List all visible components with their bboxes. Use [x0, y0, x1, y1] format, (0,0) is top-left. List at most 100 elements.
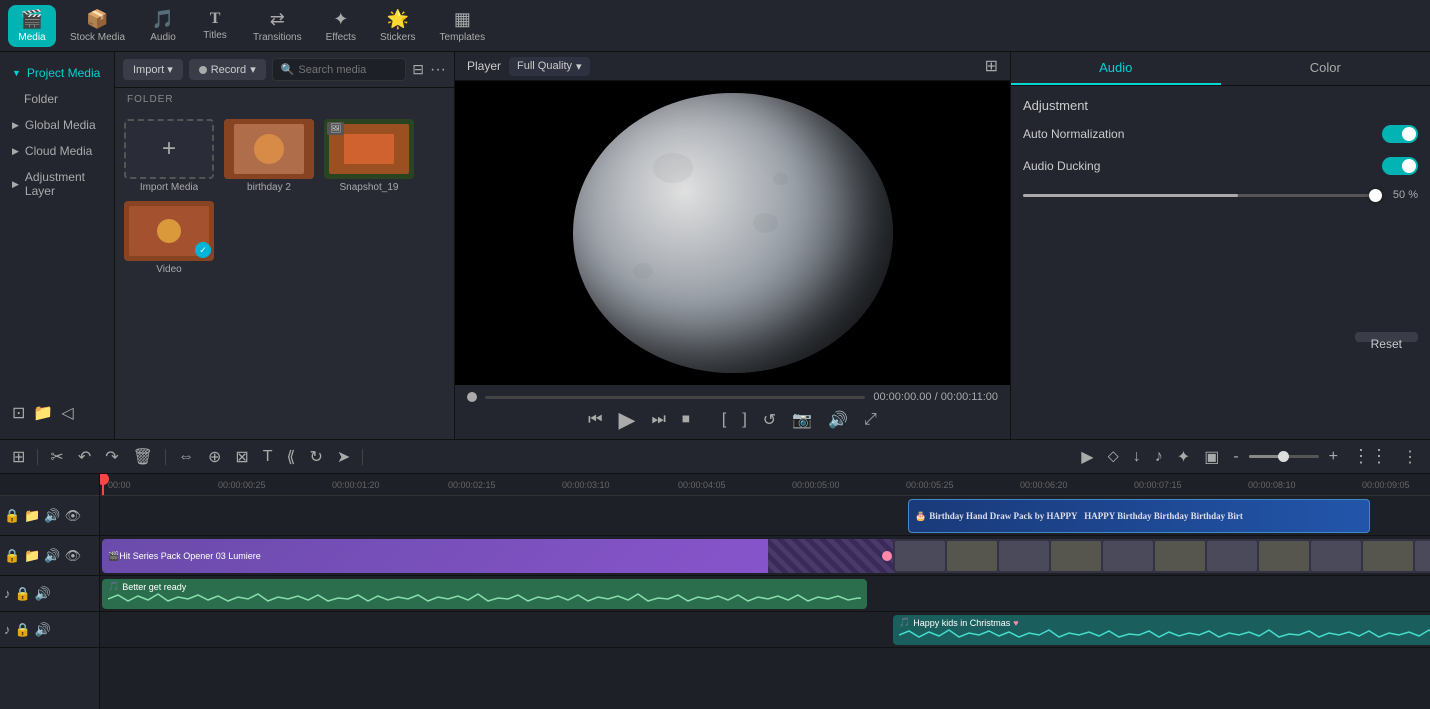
clip-video-thumbs[interactable]: [893, 539, 1430, 573]
timeline-arrow-down-icon[interactable]: ↓: [1129, 446, 1145, 468]
track-eye-icon-2[interactable]: 👁: [65, 548, 82, 564]
track-volume-icon-3[interactable]: 🔊: [35, 586, 51, 602]
track-music-icon-1: ♪: [4, 586, 11, 601]
track-folder-icon[interactable]: 📁: [24, 508, 40, 524]
timeline-cut-icon[interactable]: ✂: [46, 445, 67, 469]
timeline-crop2-icon[interactable]: ▣: [1200, 445, 1223, 469]
timeline-redo-icon[interactable]: ↷: [101, 445, 122, 469]
fullscreen-button[interactable]: ⤢: [864, 411, 877, 429]
track-lock-icon-4[interactable]: 🔒: [15, 622, 31, 638]
toolbar-item-stickers[interactable]: 🌟 Stickers: [370, 5, 426, 47]
quality-label: Full Quality: [517, 60, 572, 72]
record-button[interactable]: Record ▾: [189, 59, 266, 80]
timeline-effects-icon[interactable]: ✦: [1173, 445, 1194, 469]
clip-hit-series[interactable]: 🎬 Hit Series Pack Opener 03 Lumiere: [102, 539, 788, 573]
timeline-transition-icon[interactable]: ↻: [305, 445, 326, 469]
track-volume-icon-4[interactable]: 🔊: [35, 622, 51, 638]
track-volume-icon-1[interactable]: 🔊: [44, 508, 60, 524]
sidebar-item-global-media[interactable]: ▶ Global Media: [0, 112, 114, 138]
auto-normalization-toggle[interactable]: [1382, 125, 1418, 143]
toolbar-item-transitions[interactable]: ⇄ Transitions: [243, 5, 312, 47]
timeline-play-icon[interactable]: ▶: [1077, 445, 1097, 469]
timeline-zoom-in-icon[interactable]: +: [1325, 446, 1342, 468]
import-media-item[interactable]: + Import Media: [123, 119, 215, 193]
import-button[interactable]: Import ▾: [123, 59, 183, 80]
sidebar-item-label-global: Global Media: [25, 118, 96, 132]
skip-back-button[interactable]: ⏮: [588, 411, 602, 429]
preview-settings-icon[interactable]: ⊞: [985, 56, 998, 76]
media-toolbar: Import ▾ Record ▾ 🔍 ⊟ ···: [115, 52, 454, 88]
zoom-track[interactable]: [1249, 455, 1319, 458]
track-audio-1: 🎵 Better get ready: [100, 576, 1430, 612]
stop-button[interactable]: ⏹: [682, 411, 690, 429]
track-volume-icon-2[interactable]: 🔊: [44, 548, 60, 564]
search-input[interactable]: [298, 64, 397, 76]
track-lock-icon[interactable]: 🔒: [4, 508, 20, 524]
step-forward-button[interactable]: ⏭: [651, 411, 665, 429]
timeline-delete-icon[interactable]: 🗑: [129, 445, 157, 469]
ducking-slider-thumb[interactable]: [1369, 189, 1382, 202]
track-lock-icon-3[interactable]: 🔒: [15, 586, 31, 602]
track-controls: 🔒 📁 🔊 👁 🔒 📁 🔊 👁 ♪ 🔒 🔊 ♪ 🔒: [0, 474, 100, 709]
sidebar-item-project-media[interactable]: ▼ Project Media: [0, 60, 114, 86]
sidebar-item-label-folder: Folder: [24, 92, 58, 106]
snapshot19-item[interactable]: 🖼 Snapshot_19: [323, 119, 415, 193]
clip-better-get-ready[interactable]: 🎵 Better get ready: [102, 579, 867, 609]
playhead[interactable]: [102, 474, 104, 495]
video-item[interactable]: ✓ Video: [123, 201, 215, 275]
toolbar-item-audio[interactable]: 🎵 Audio: [139, 5, 187, 47]
timeline-motion-icon[interactable]: ➤: [333, 445, 354, 469]
filter-icon[interactable]: ⊟: [412, 61, 424, 78]
timeline-toolbar: ⊞ ✂ ↶ ↷ 🗑 ⇔ ⊕ ⊠ T ⟪ ↻ ➤ ▶ ⬦ ↓ ♪ ✦ ▣ - + …: [0, 440, 1430, 474]
track-eye-icon-1[interactable]: 👁: [65, 508, 82, 524]
sidebar-item-cloud-media[interactable]: ▶ Cloud Media: [0, 138, 114, 164]
birthday2-item[interactable]: birthday 2: [223, 119, 315, 193]
loop-button[interactable]: ↺: [763, 410, 776, 430]
sidebar-item-adjustment-layer[interactable]: ▶ Adjustment Layer: [0, 164, 114, 204]
search-box[interactable]: 🔍: [272, 58, 407, 81]
snapshot-button[interactable]: 📷: [792, 410, 812, 430]
timeline-layout-icon[interactable]: ⊞: [8, 445, 29, 469]
crater-3: [773, 173, 788, 185]
clip-birthday-banner[interactable]: 🎂 Birthday Hand Draw Pack by HAPPY HAPPY…: [908, 499, 1370, 533]
progress-track[interactable]: [485, 396, 865, 399]
track-lock-icon-2[interactable]: 🔒: [4, 548, 20, 564]
timeline-audio-icon[interactable]: ♪: [1151, 446, 1167, 468]
clip-label-hit-series: Hit Series Pack Opener 03 Lumiere: [119, 551, 261, 561]
toolbar-item-stock[interactable]: 📦 Stock Media: [60, 5, 135, 47]
new-project-icon[interactable]: ⊡: [12, 403, 25, 423]
toolbar-item-templates[interactable]: ▦ Templates: [430, 5, 496, 47]
ducking-slider-track[interactable]: [1023, 194, 1382, 197]
reset-button[interactable]: Reset: [1355, 332, 1418, 342]
timeline-more-icon[interactable]: ⋮: [1398, 445, 1422, 469]
toolbar-item-media[interactable]: 🎬 Media: [8, 5, 56, 47]
toolbar-item-effects[interactable]: ✦ Effects: [316, 5, 366, 47]
quality-select[interactable]: Full Quality ▾: [509, 57, 590, 76]
collapse-icon[interactable]: ◁: [61, 403, 73, 423]
toolbar-item-titles[interactable]: T Titles: [191, 6, 239, 45]
sidebar-item-folder[interactable]: Folder: [0, 86, 114, 112]
timeline-zoom-out-icon[interactable]: -: [1229, 446, 1242, 468]
timeline-undo-icon[interactable]: ↶: [74, 445, 95, 469]
audio-ducking-toggle[interactable]: [1382, 157, 1418, 175]
mark-in-button[interactable]: [: [722, 411, 726, 429]
volume-button[interactable]: 🔊: [828, 410, 848, 430]
import-thumb[interactable]: +: [124, 119, 214, 179]
timeline-text-icon[interactable]: T: [259, 446, 277, 468]
timeline-crop-icon[interactable]: ⊠: [231, 445, 252, 469]
clip-happy-kids[interactable]: 🎵 Happy kids in Christmas ♥: [893, 615, 1430, 645]
mark-out-button[interactable]: ]: [742, 411, 746, 429]
track-folder-icon-2[interactable]: 📁: [24, 548, 40, 564]
timeline-ripple-icon[interactable]: ⇔: [174, 446, 198, 468]
timeline-split-icon[interactable]: ⟪: [283, 445, 300, 469]
folder-open-icon[interactable]: 📁: [33, 403, 53, 423]
progress-dot[interactable]: [467, 392, 477, 402]
tab-audio[interactable]: Audio: [1011, 52, 1221, 85]
timeline-grid-icon[interactable]: ⋮⋮: [1348, 444, 1392, 469]
more-options-icon[interactable]: ···: [430, 61, 446, 79]
play-button[interactable]: ▶: [619, 407, 636, 433]
timeline-magnet-icon[interactable]: ⊕: [204, 445, 225, 469]
clip-label-banner: Birthday Hand Draw Pack by HAPPY HAPPY B…: [929, 511, 1243, 521]
tab-color[interactable]: Color: [1221, 52, 1430, 85]
timeline-marker-icon[interactable]: ⬦: [1104, 446, 1123, 468]
